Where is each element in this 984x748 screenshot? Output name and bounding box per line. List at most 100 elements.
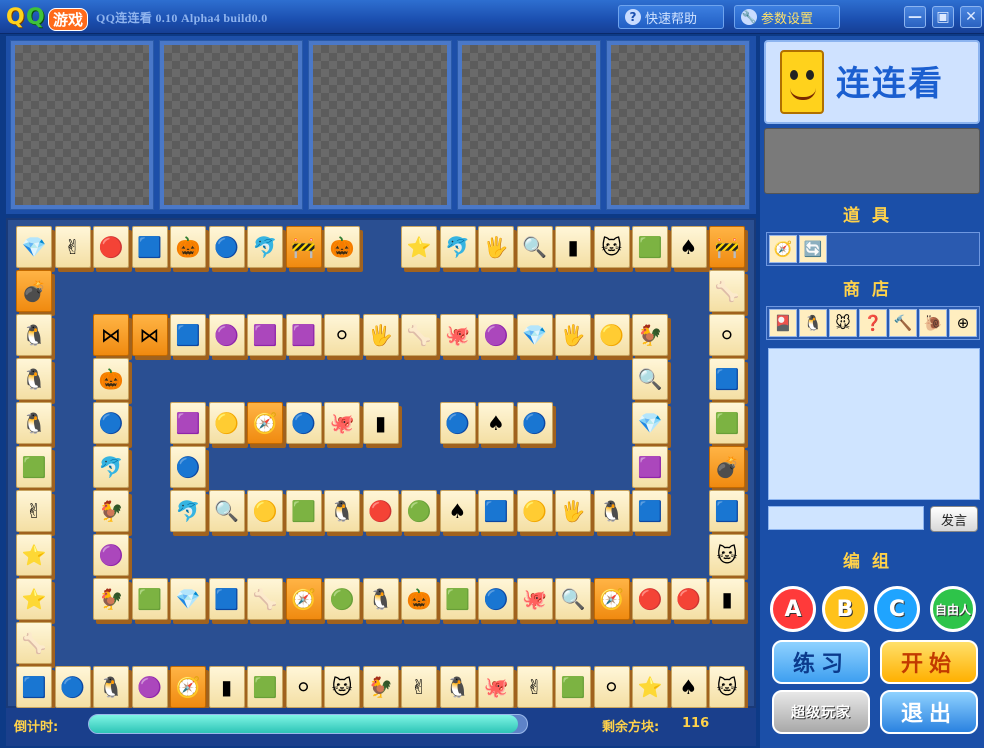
group-a-button[interactable]: A [770,586,816,632]
board-tile[interactable]: 🐱 [709,666,745,708]
board-tile[interactable]: ✌ [16,490,52,532]
board-tile[interactable]: 🖐 [478,226,514,268]
settings-button[interactable]: 🔧 参数设置 [734,5,840,29]
board-tile[interactable]: 🟩 [632,226,668,268]
maximize-button[interactable]: ▣ [932,6,954,28]
board-tile[interactable]: 💎 [516,314,553,356]
board-tile[interactable]: 💎 [16,226,52,268]
board-tile[interactable]: ▮ [709,578,745,620]
group-c-button[interactable]: C [874,586,920,632]
mouse-icon[interactable]: 🐭 [829,309,857,337]
board-tile[interactable]: 🟡 [208,402,245,444]
board-tile[interactable]: 🟣 [93,534,129,576]
board-tile[interactable]: 🟩 [439,578,476,620]
board-tile[interactable]: ⚪ [324,314,360,356]
board-tile[interactable]: 🎃 [93,358,129,400]
board-tile[interactable]: 🟣 [478,314,514,356]
board-tile[interactable]: 🐧 [593,490,630,532]
send-button[interactable]: 发言 [930,506,978,532]
board-tile[interactable]: 🟩 [285,490,322,532]
board-tile[interactable]: 🐧 [16,314,52,356]
board-tile[interactable]: 🟪 [285,314,322,356]
board-tile[interactable]: 🔍 [516,226,553,268]
board-tile[interactable]: 🔵 [516,402,553,444]
board-tile[interactable]: 🟩 [131,578,168,620]
board-tile[interactable]: 🟩 [709,402,745,444]
board-tile[interactable]: 🟪 [170,402,206,444]
board-tile[interactable]: 🖐 [362,314,399,356]
board-tile[interactable]: 🧭 [170,666,206,708]
super-player-button[interactable]: 超级玩家 [772,690,870,734]
penguin-icon[interactable]: 🐧 [799,309,827,337]
board-tile[interactable]: 🟢 [324,578,360,620]
board-tile[interactable]: 🐧 [93,666,129,708]
board-tile[interactable]: ✌ [54,226,91,268]
game-board[interactable]: 💎 ✌ 🔴 🟦 🎃 🔵 🐬 🚧 🎃 ⭐ 🐬 🖐 🔍 ▮ 🐱 🟩 ♠ 🚧 💣 🦴 🐧 ⋈ ⋈ 🟦 🟣 🟪 🟪 ⚪ 🖐 🦴 🐙 🟣 💎 🖐 🟡 🐓 ⚪ 🐧 🎃 🔍… [6,218,756,708]
board-tile[interactable]: ♠ [670,666,707,708]
chat-log[interactable] [768,348,980,500]
board-tile[interactable]: 🐱 [709,534,745,576]
practice-button[interactable]: 练习 [772,640,870,684]
board-tile[interactable]: 💣 [16,270,52,312]
board-tile[interactable]: 🐓 [362,666,399,708]
board-tile[interactable]: 🟦 [709,490,745,532]
board-tile[interactable]: 🚧 [285,226,322,268]
chat-input[interactable] [768,506,924,530]
board-tile[interactable]: 🔵 [93,402,129,444]
board-tile[interactable]: ♠ [478,402,514,444]
board-tile[interactable]: 🧭 [593,578,630,620]
board-tile[interactable]: 🔴 [632,578,668,620]
board-tile[interactable]: 🔍 [632,358,668,400]
board-tile[interactable]: 🐬 [439,226,476,268]
snail-icon[interactable]: 🐌 [919,309,947,337]
plus-icon[interactable]: ⊕ [949,309,977,337]
board-tile[interactable]: 🐬 [170,490,206,532]
minimize-button[interactable]: — [904,6,926,28]
board-tile[interactable]: 🐧 [439,666,476,708]
board-tile[interactable]: 🟦 [478,490,514,532]
board-tile[interactable]: 🔍 [208,490,245,532]
quick-help-button[interactable]: ? 快速帮助 [618,5,724,29]
board-tile[interactable]: 🐧 [16,358,52,400]
board-tile[interactable]: ⭐ [16,534,52,576]
board-tile[interactable]: 🖐 [555,314,591,356]
group-b-button[interactable]: B [822,586,868,632]
board-tile[interactable]: ▮ [208,666,245,708]
board-tile[interactable]: 🟡 [593,314,630,356]
board-tile[interactable]: 🐱 [324,666,360,708]
board-tile[interactable]: 🐓 [93,578,129,620]
board-tile[interactable]: ⋈ [131,314,168,356]
board-tile[interactable]: 🔵 [478,578,514,620]
board-tile[interactable]: 🐱 [593,226,630,268]
board-tile[interactable]: 🔵 [439,402,476,444]
board-tile[interactable]: 🔴 [362,490,399,532]
board-tile[interactable]: 🟡 [516,490,553,532]
board-tile[interactable]: 🦴 [401,314,437,356]
board-tile[interactable]: ▮ [362,402,399,444]
board-tile[interactable]: 🐧 [362,578,399,620]
board-tile[interactable]: 🚧 [709,226,745,268]
board-tile[interactable]: 💣 [709,446,745,488]
board-tile[interactable]: 🦴 [247,578,283,620]
board-tile[interactable]: 🐙 [324,402,360,444]
board-tile[interactable]: ⭐ [632,666,668,708]
board-tile[interactable]: 🔴 [670,578,707,620]
board-tile[interactable]: ⚪ [593,666,630,708]
board-tile[interactable]: 🧭 [247,402,283,444]
board-tile[interactable]: 🟦 [170,314,206,356]
board-tile[interactable]: 🐬 [93,446,129,488]
board-tile[interactable]: 🔵 [208,226,245,268]
board-tile[interactable]: ⭐ [16,578,52,620]
board-tile[interactable]: 🖐 [555,490,591,532]
board-tile[interactable]: 🧭 [285,578,322,620]
board-tile[interactable]: 🟦 [131,226,168,268]
board-tile[interactable]: 🟩 [555,666,591,708]
board-tile[interactable]: 🟡 [247,490,283,532]
board-tile[interactable]: 🦴 [709,270,745,312]
board-tile[interactable]: 🐧 [16,402,52,444]
board-tile[interactable]: 🐙 [516,578,553,620]
board-tile[interactable]: ⭐ [401,226,437,268]
board-tile[interactable]: 🟦 [632,490,668,532]
board-tile[interactable]: 🟩 [247,666,283,708]
start-button[interactable]: 开始 [880,640,978,684]
